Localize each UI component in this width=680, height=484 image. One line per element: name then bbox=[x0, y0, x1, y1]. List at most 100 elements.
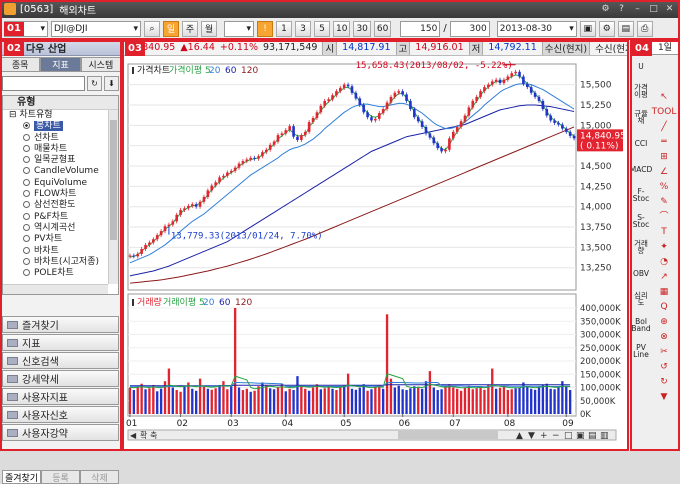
drawing-tool-icon[interactable]: ╱ bbox=[651, 120, 677, 134]
scroll-thumb[interactable] bbox=[110, 120, 117, 240]
minute-5-button[interactable]: 5 bbox=[314, 20, 330, 37]
price-volume-chart[interactable]: 13,25013,50013,75014,00014,25014,50014,7… bbox=[122, 56, 628, 451]
date-input[interactable]: 2013-08-30 ▾ bbox=[496, 20, 577, 37]
radio-icon[interactable] bbox=[23, 144, 30, 152]
tab-stock[interactable]: 종목 bbox=[0, 57, 41, 72]
download-button[interactable]: ⬇ bbox=[104, 76, 119, 91]
folder-item[interactable]: 지표 bbox=[2, 334, 119, 351]
receive-mode-button[interactable]: 수신(현지) bbox=[541, 40, 591, 55]
chart-type-item[interactable]: 선차트 bbox=[3, 133, 118, 144]
radio-icon[interactable] bbox=[23, 246, 30, 254]
indicator-shortcut[interactable]: 가격이평 bbox=[632, 80, 650, 102]
folder-item[interactable]: 사용자지표 bbox=[2, 388, 119, 405]
indicator-shortcut[interactable]: Bol Band bbox=[631, 314, 650, 336]
radio-icon[interactable] bbox=[23, 257, 30, 265]
count-total-input[interactable]: 300 bbox=[449, 20, 490, 37]
chart-type-item[interactable]: PV차트 bbox=[3, 234, 118, 245]
search-button[interactable]: ⌕ bbox=[144, 20, 160, 37]
minute-60-button[interactable]: 60 bbox=[373, 20, 392, 37]
indicator-shortcut[interactable]: CCI bbox=[632, 132, 650, 154]
maximize-icon[interactable]: □ bbox=[647, 2, 660, 15]
drawing-tool-icon[interactable]: ✎ bbox=[651, 195, 677, 209]
chart-type-item[interactable]: EquiVolume bbox=[3, 178, 118, 189]
folder-item[interactable]: 신호검색 bbox=[2, 352, 119, 369]
drawing-tool-icon[interactable]: ↖ bbox=[651, 90, 677, 104]
radio-icon[interactable] bbox=[23, 223, 30, 231]
period-week-button[interactable]: 주 bbox=[182, 20, 198, 37]
radio-icon[interactable] bbox=[23, 235, 30, 243]
chart-settings-button[interactable]: ⚙ bbox=[598, 20, 615, 37]
drawing-tool-icon[interactable]: ▦ bbox=[651, 285, 677, 299]
indicator-shortcut[interactable]: S-Stoc bbox=[632, 210, 650, 232]
save-chart-button[interactable]: ▤ bbox=[617, 20, 634, 37]
print-button[interactable]: ⎙ bbox=[636, 20, 653, 37]
drawing-tool-icon[interactable]: T bbox=[651, 225, 677, 239]
indicator-shortcut[interactable]: 거래량 bbox=[632, 236, 650, 258]
count-input[interactable]: 150 bbox=[400, 20, 441, 37]
indicator-shortcut[interactable]: OBV bbox=[632, 262, 650, 284]
tab-favorites[interactable]: 즐겨찾기 bbox=[2, 470, 41, 484]
chart-type-item[interactable]: 역시계곡선 bbox=[3, 223, 118, 234]
drawing-tool-icon[interactable]: ✂ bbox=[651, 345, 677, 359]
chart-type-item[interactable]: FLOW차트 bbox=[3, 189, 118, 200]
minimize-icon[interactable]: – bbox=[631, 2, 644, 15]
drawing-tool-icon[interactable]: ↗ bbox=[651, 270, 677, 284]
minute-30-button[interactable]: 30 bbox=[353, 20, 371, 37]
minute-10-button[interactable]: 10 bbox=[333, 20, 351, 37]
drawing-tool-icon[interactable]: ⊕ bbox=[651, 315, 677, 329]
register-button[interactable]: 등록 bbox=[41, 470, 80, 484]
radio-icon[interactable] bbox=[23, 190, 30, 198]
period-day-button[interactable]: 일 bbox=[163, 20, 179, 37]
indicator-shortcut[interactable]: PV Line bbox=[632, 340, 650, 362]
chart-type-item[interactable]: CandleVolume bbox=[3, 166, 118, 177]
period-month-button[interactable]: 월 bbox=[201, 20, 217, 37]
radio-icon[interactable] bbox=[23, 178, 30, 186]
drawing-tool-icon[interactable]: ↺ bbox=[651, 360, 677, 374]
drawing-tool-icon[interactable]: ⊗ bbox=[651, 330, 677, 344]
minute-button[interactable]: ! bbox=[257, 20, 273, 37]
folder-item[interactable]: 강세약세 bbox=[2, 370, 119, 387]
drawing-tool-icon[interactable]: ═ bbox=[651, 135, 677, 149]
chart-type-item[interactable]: P&F차트 bbox=[3, 212, 118, 223]
chart-type-item[interactable]: 삼선전환도 bbox=[3, 200, 118, 211]
drawing-tool-icon[interactable]: ∠ bbox=[651, 165, 677, 179]
period-tab[interactable]: 1일 bbox=[651, 41, 679, 55]
radio-icon[interactable] bbox=[23, 133, 30, 141]
chart-type-item[interactable]: POLE차트 bbox=[3, 268, 118, 279]
indicator-shortcut[interactable]: U bbox=[632, 60, 650, 72]
radio-icon[interactable] bbox=[23, 156, 30, 164]
chart-type-item[interactable]: 바차트(시고저종) bbox=[3, 257, 118, 268]
window-layout-button[interactable]: ▣ bbox=[579, 20, 596, 37]
symbol-input[interactable]: DJI@DJI ▾ bbox=[51, 20, 141, 37]
drawing-tool-icon[interactable]: ⊞ bbox=[651, 150, 677, 164]
folder-item[interactable]: 사용자강약 bbox=[2, 424, 119, 441]
tab-indicator[interactable]: 지표 bbox=[40, 57, 81, 72]
folder-item[interactable]: 사용자신호 bbox=[2, 406, 119, 423]
radio-icon[interactable] bbox=[23, 269, 30, 277]
drawing-tool-icon[interactable]: % bbox=[651, 180, 677, 194]
radio-icon[interactable] bbox=[23, 122, 30, 130]
delete-button[interactable]: 삭제 bbox=[80, 470, 119, 484]
refresh-button[interactable]: ↻ bbox=[87, 76, 102, 91]
tree-group[interactable]: ⊟ 차트유형 bbox=[3, 110, 118, 121]
chart-type-item[interactable]: 매물차트 bbox=[3, 144, 118, 155]
indicator-shortcut[interactable]: 심리도 bbox=[632, 288, 650, 310]
indicator-shortcut[interactable]: F-Stoc bbox=[632, 184, 650, 206]
chart-type-item[interactable]: 일목균형표 bbox=[3, 155, 118, 166]
help-icon[interactable]: ? bbox=[615, 2, 628, 15]
minute-3-button[interactable]: 3 bbox=[295, 20, 311, 37]
indicator-shortcut[interactable]: 규율채 bbox=[632, 106, 650, 128]
radio-icon[interactable] bbox=[23, 201, 30, 209]
drawing-tool-icon[interactable]: Q bbox=[651, 300, 677, 314]
drawing-tool-icon[interactable]: ▼ bbox=[651, 390, 677, 404]
folder-item[interactable]: 즐겨찾기 bbox=[2, 316, 119, 333]
indicator-shortcut[interactable]: MACD bbox=[630, 158, 652, 180]
tree-vertical-scrollbar[interactable] bbox=[108, 110, 118, 284]
period-dropdown[interactable]: ▾ bbox=[224, 20, 254, 37]
drawing-tool-icon[interactable]: ↻ bbox=[651, 375, 677, 389]
drawing-tool-icon[interactable]: TOOL bbox=[651, 105, 677, 119]
minute-1-button[interactable]: 1 bbox=[276, 20, 292, 37]
indicator-search-input[interactable] bbox=[2, 76, 85, 91]
settings-icon[interactable]: ⚙ bbox=[599, 2, 612, 15]
chart-type-item[interactable]: 바차트 bbox=[3, 246, 118, 257]
